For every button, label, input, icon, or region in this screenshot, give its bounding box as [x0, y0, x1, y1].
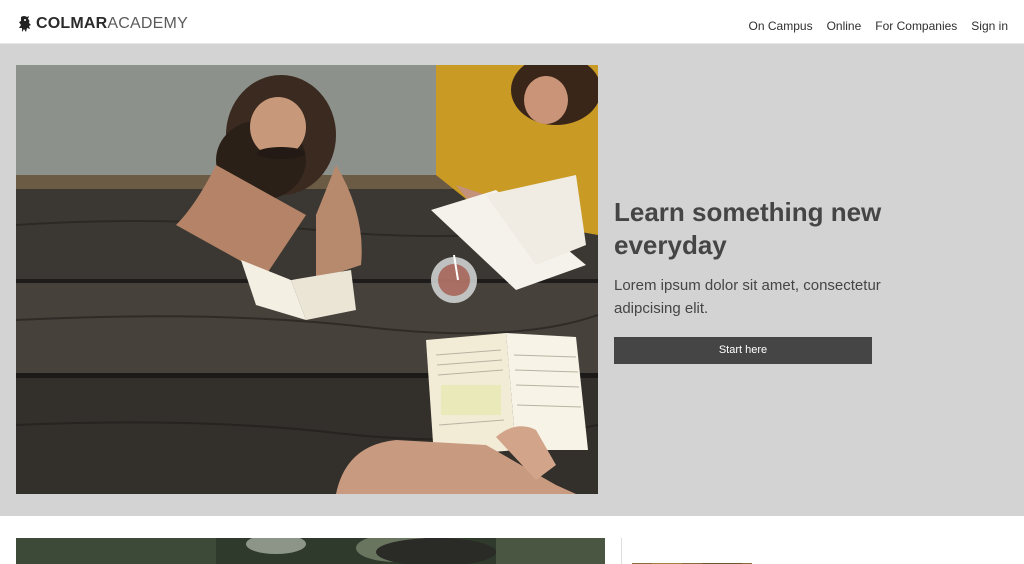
nav-for-companies[interactable]: For Companies	[875, 18, 957, 34]
hero-section: Learn something new everyday Lorem ipsum…	[0, 44, 1024, 516]
hero-subtitle: Lorem ipsum dolor sit amet, consectetur …	[614, 277, 881, 317]
logo-bold: COLMAR	[36, 15, 108, 32]
logo-light: ACADEMY	[107, 15, 188, 32]
side-thumbnail[interactable]	[632, 557, 752, 564]
start-here-button[interactable]: Start here	[614, 337, 872, 364]
logo-text: COLMARACADEMY	[36, 14, 188, 34]
hero-text-block: Learn something new everyday Lorem ipsum…	[614, 196, 914, 364]
site-header: COLMARACADEMY On Campus Online For Compa…	[0, 0, 1024, 44]
nav-sign-in[interactable]: Sign in	[971, 18, 1008, 34]
featured-section	[0, 516, 1024, 564]
nav-online[interactable]: Online	[827, 18, 862, 34]
nav-on-campus[interactable]: On Campus	[749, 18, 813, 34]
featured-photo	[16, 538, 605, 564]
section-divider	[621, 538, 622, 564]
lion-icon	[19, 16, 31, 32]
logo[interactable]: COLMARACADEMY	[18, 14, 188, 34]
hero-image	[16, 65, 598, 494]
featured-image[interactable]	[16, 538, 605, 564]
main-nav: On Campus Online For Companies Sign in	[749, 18, 1008, 34]
students-studying-photo	[16, 65, 598, 494]
hero-title: Learn something new everyday	[614, 197, 882, 260]
